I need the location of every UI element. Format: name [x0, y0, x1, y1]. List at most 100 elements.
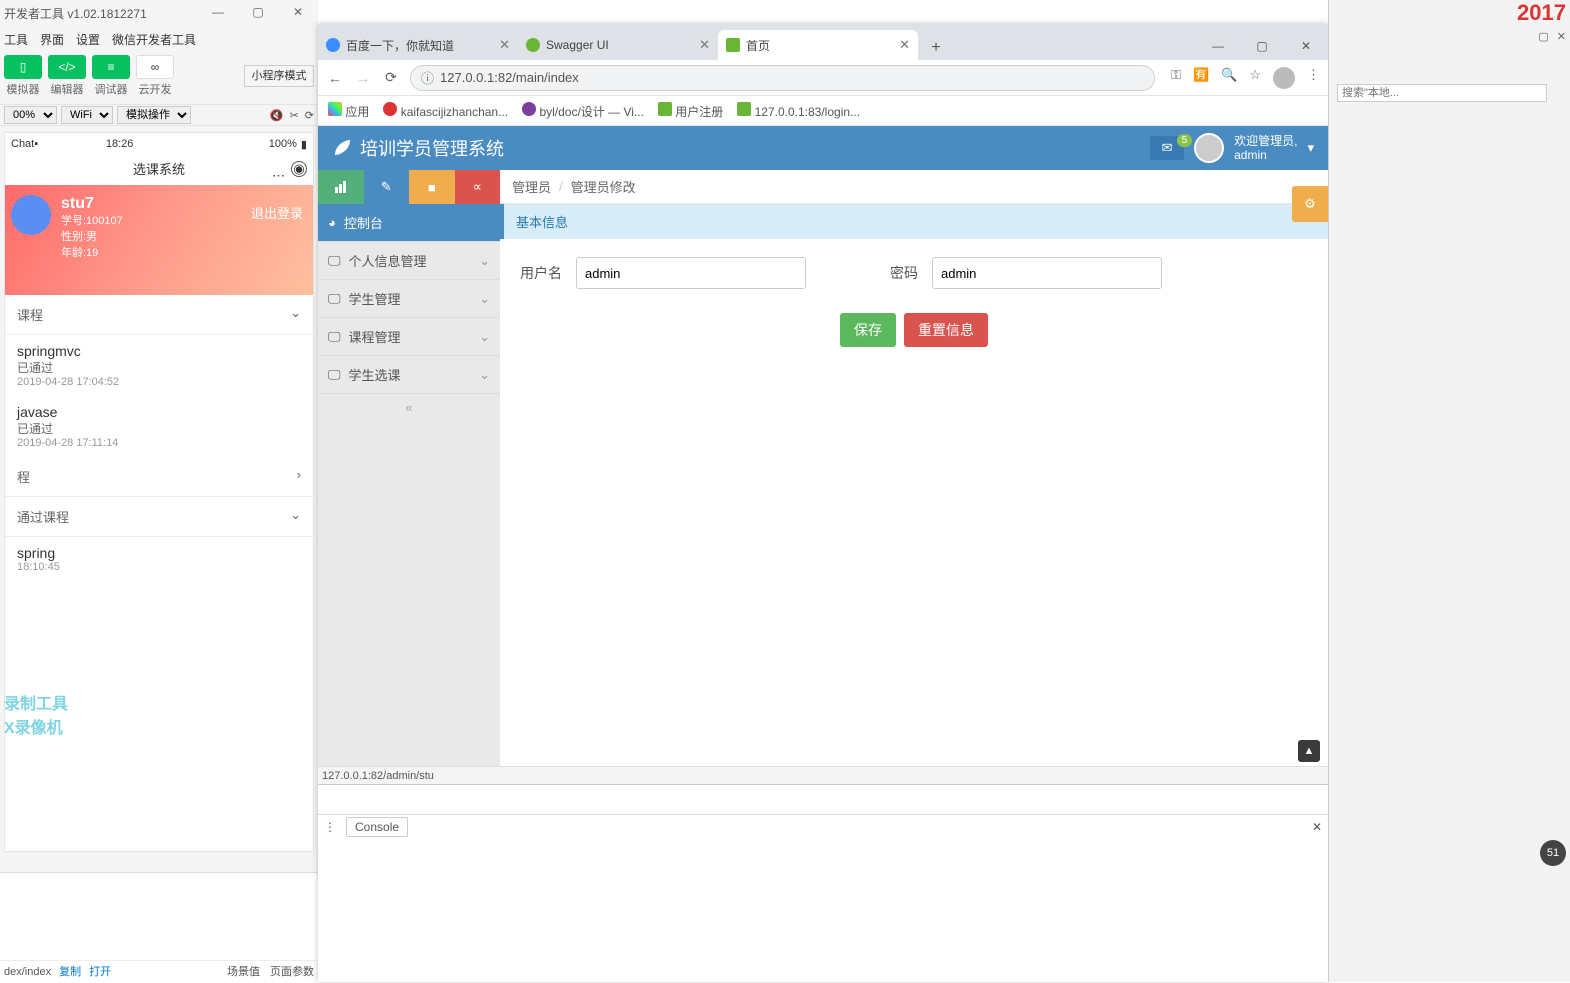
menu-interface[interactable]: 界面: [40, 31, 64, 48]
mode-select[interactable]: 小程序模式: [244, 65, 314, 87]
reset-button[interactable]: 重置信息: [904, 313, 988, 347]
breadcrumb-item[interactable]: 管理员: [512, 177, 551, 196]
bookmark-item[interactable]: kaifascijizhanchan...: [383, 102, 508, 119]
bookmarks-bar: 应用 kaifascijizhanchan... byl/doc/设计 — Vi…: [318, 96, 1328, 126]
form-buttons: 保存 重置信息: [500, 307, 1328, 353]
sidebar-dashboard[interactable]: ◕ 控制台: [318, 204, 500, 242]
user-card: stu7 学号:100107 性别:男 年龄:19 退出登录: [5, 185, 313, 295]
console-close-icon[interactable]: ✕: [1312, 820, 1322, 834]
taskbar-tray: 51: [1540, 840, 1566, 866]
path-label: dex/index: [4, 961, 51, 982]
copy-link[interactable]: 复制: [59, 961, 81, 982]
rotate-icon[interactable]: ⟳: [305, 109, 314, 122]
section-cheng[interactable]: 程›: [5, 457, 313, 497]
bookmark-item[interactable]: 127.0.0.1:83/login...: [737, 102, 860, 119]
capsule-close-icon[interactable]: ◉: [291, 161, 307, 177]
zoom-icon[interactable]: 🔍: [1221, 67, 1237, 89]
course-item[interactable]: springmvc 已通过 2019-04-28 17:04:52: [5, 335, 313, 396]
open-link[interactable]: 打开: [89, 961, 111, 982]
tab-close-icon[interactable]: ✕: [499, 37, 510, 53]
avatar[interactable]: [1194, 133, 1224, 163]
mail-button[interactable]: ✉ 5: [1150, 136, 1184, 160]
course-item[interactable]: javase 已通过 2019-04-28 17:11:14: [5, 396, 313, 457]
tab-close-icon[interactable]: ✕: [899, 37, 910, 53]
debugger-button[interactable]: ≡: [92, 55, 130, 79]
passed-item[interactable]: spring 18:10:45: [5, 537, 313, 581]
qa-box-button[interactable]: ■: [409, 170, 455, 204]
close-button[interactable]: ✕: [1284, 32, 1328, 60]
maximize-button[interactable]: ▢: [238, 0, 278, 24]
tab-baidu[interactable]: 百度一下，你就知道 ✕: [318, 30, 518, 60]
dashboard-icon: ◕: [328, 215, 336, 230]
new-tab-button[interactable]: +: [924, 36, 948, 60]
qa-share-button[interactable]: ∝: [455, 170, 501, 204]
pencil-icon: ✎: [381, 179, 392, 195]
close-button[interactable]: ✕: [278, 0, 318, 24]
settings-gear-button[interactable]: ⚙: [1292, 186, 1328, 222]
maximize-button[interactable]: ▢: [1538, 30, 1548, 43]
tab-swagger[interactable]: Swagger UI ✕: [518, 30, 718, 60]
save-button[interactable]: 保存: [840, 313, 896, 347]
section-passed[interactable]: 通过课程⌄: [5, 497, 313, 537]
menu-settings[interactable]: 设置: [76, 31, 100, 48]
minimize-button[interactable]: —: [1196, 32, 1240, 60]
edit-form: 用户名 密码: [500, 239, 1328, 307]
devtools-window-controls: — ▢ ✕: [198, 0, 318, 24]
leaf-icon: [726, 38, 740, 52]
chevron-down-icon[interactable]: ▾: [1307, 140, 1314, 156]
menu-tools[interactable]: 工具: [4, 31, 28, 48]
username-input[interactable]: [576, 257, 806, 289]
star-icon[interactable]: ☆: [1249, 67, 1261, 89]
network-select[interactable]: WiFi: [61, 106, 113, 124]
editor-button[interactable]: </>: [48, 55, 86, 79]
bookmark-item[interactable]: byl/doc/设计 — Vi...: [522, 102, 644, 120]
section-mycourse[interactable]: 课程⌄: [5, 295, 313, 335]
minimize-button[interactable]: —: [198, 0, 238, 24]
tab-close-icon[interactable]: ✕: [699, 37, 710, 53]
cloud-button[interactable]: ∞: [136, 55, 174, 79]
back-button[interactable]: ←: [326, 69, 344, 87]
password-input[interactable]: [932, 257, 1162, 289]
sidebar-profile[interactable]: 🖵 个人信息管理 ⌄: [318, 242, 500, 280]
sidebar-students[interactable]: 🖵 学生管理 ⌄: [318, 280, 500, 318]
reload-button[interactable]: ⟳: [382, 69, 400, 87]
sidebar-enroll[interactable]: 🖵 学生选课 ⌄: [318, 356, 500, 394]
address-bar[interactable]: ⓘ 127.0.0.1:82/main/index: [410, 65, 1155, 91]
box-icon: ■: [428, 180, 436, 195]
menu-wx[interactable]: 微信开发者工具: [112, 31, 196, 48]
brand: 培训学员管理系统: [332, 135, 504, 161]
scene-link[interactable]: 场景值: [227, 961, 260, 982]
profile-icon[interactable]: [1273, 67, 1295, 89]
qa-edit-button[interactable]: ✎: [364, 170, 410, 204]
logout-button[interactable]: 退出登录: [251, 203, 303, 222]
mail-badge: 5: [1177, 134, 1193, 147]
leaf-icon: [737, 102, 751, 116]
close-button[interactable]: ✕: [1557, 30, 1566, 43]
params-link[interactable]: 页面参数: [270, 961, 314, 982]
ide-search-input[interactable]: [1337, 84, 1547, 102]
simulator-button[interactable]: ▯: [4, 55, 42, 79]
leaf-icon: [658, 102, 672, 116]
mute-icon[interactable]: 🔇: [270, 109, 284, 122]
qa-stats-button[interactable]: [318, 170, 364, 204]
zoom-select[interactable]: 00%: [4, 106, 57, 124]
maximize-button[interactable]: ▢: [1240, 32, 1284, 60]
console-menu-icon[interactable]: ⋮: [324, 820, 336, 834]
key-icon[interactable]: ⚿: [1171, 67, 1181, 89]
forward-button[interactable]: →: [354, 69, 372, 87]
menu-icon[interactable]: ⋮: [1307, 67, 1320, 89]
tab-home[interactable]: 首页 ✕: [718, 30, 918, 60]
info-icon[interactable]: ⓘ: [421, 68, 434, 87]
translate-icon[interactable]: 🈶: [1193, 67, 1209, 89]
console-tab[interactable]: Console: [346, 817, 408, 837]
monitor-icon: 🖵: [328, 291, 341, 307]
mock-select[interactable]: 模拟操作: [117, 106, 191, 124]
tray-count-icon[interactable]: 51: [1540, 840, 1566, 866]
breadcrumb: 管理员 / 管理员修改: [500, 170, 1328, 204]
sidebar-courses[interactable]: 🖵 课程管理 ⌄: [318, 318, 500, 356]
apps-button[interactable]: 应用: [328, 102, 369, 120]
cut-icon[interactable]: ✂: [290, 109, 299, 122]
scroll-top-button[interactable]: ▲: [1298, 740, 1320, 762]
collapse-sidebar-button[interactable]: «: [318, 394, 500, 421]
bookmark-item[interactable]: 用户注册: [658, 102, 723, 120]
